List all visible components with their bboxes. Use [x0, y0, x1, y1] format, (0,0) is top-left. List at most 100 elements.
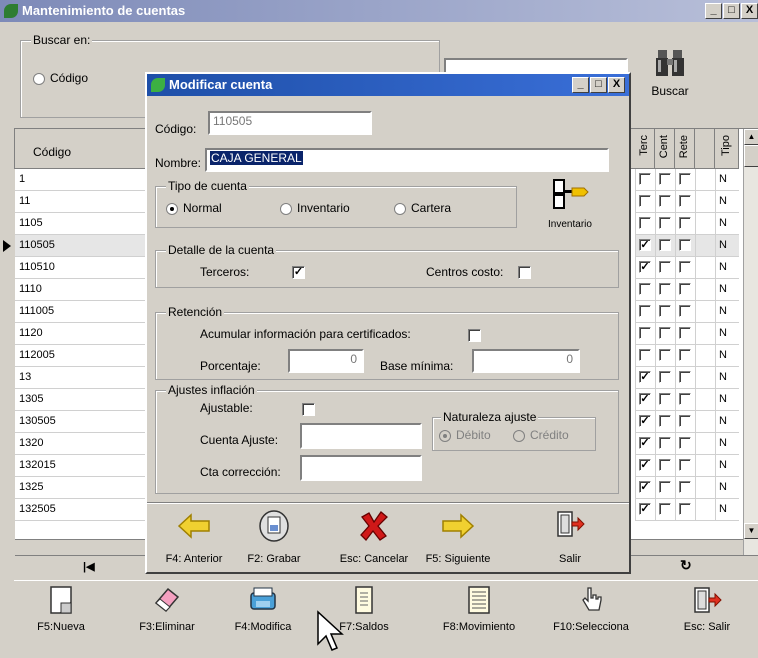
cell-rete[interactable] [675, 169, 695, 191]
rete-checkbox[interactable] [679, 415, 691, 427]
cell-terc[interactable] [635, 301, 655, 323]
cell-tipo[interactable]: N [715, 477, 739, 499]
cell-tipo[interactable]: N [715, 169, 739, 191]
debito-option[interactable]: Débito [439, 428, 491, 442]
cell-terc[interactable] [635, 323, 655, 345]
cell-rete[interactable] [675, 477, 695, 499]
cell-terc[interactable]: ✓ [635, 389, 655, 411]
cent-checkbox[interactable] [659, 239, 671, 251]
rete-checkbox[interactable] [679, 459, 691, 471]
cell-rete[interactable] [675, 191, 695, 213]
close-button[interactable]: X [741, 3, 758, 19]
cell-tipo[interactable]: N [715, 367, 739, 389]
cell-terc[interactable]: ✓ [635, 235, 655, 257]
codigo-field[interactable]: 110505 [208, 111, 372, 135]
table-row[interactable]: 13 [15, 367, 155, 389]
rete-checkbox[interactable] [679, 481, 691, 493]
toolbar-button-5[interactable]: F8:Movimiento [434, 585, 524, 633]
toolbar-button-7[interactable]: Esc: Salir [662, 585, 752, 633]
cell-rete[interactable] [675, 411, 695, 433]
rete-checkbox[interactable] [679, 195, 691, 207]
debito-radio[interactable] [439, 429, 451, 442]
cell-tipo[interactable]: N [715, 455, 739, 477]
cent-checkbox[interactable] [659, 349, 671, 361]
cell-cent[interactable] [655, 213, 675, 235]
rete-checkbox[interactable] [679, 371, 691, 383]
porcentaje-field[interactable]: 0 [288, 349, 364, 373]
cell-cent[interactable] [655, 499, 675, 521]
cell-tipo[interactable]: N [715, 213, 739, 235]
cell-tipo[interactable]: N [715, 235, 739, 257]
terc-checkbox[interactable]: ✓ [639, 503, 651, 515]
table-row[interactable]: 1120 [15, 323, 155, 345]
terc-checkbox[interactable]: ✓ [639, 437, 651, 449]
terc-checkbox[interactable] [639, 349, 651, 361]
table-row[interactable]: 111005 [15, 301, 155, 323]
rete-checkbox[interactable] [679, 283, 691, 295]
cell-cent[interactable] [655, 279, 675, 301]
cell-terc[interactable] [635, 279, 655, 301]
cell-rete[interactable] [675, 323, 695, 345]
cell-cent[interactable] [655, 367, 675, 389]
table-row[interactable]: 1 [15, 169, 155, 191]
dialog-button-3[interactable]: Esc: Cancelar [331, 509, 417, 565]
cell-tipo[interactable]: N [715, 411, 739, 433]
cell-tipo[interactable]: N [715, 323, 739, 345]
credito-radio[interactable] [513, 429, 525, 442]
acumular-checkbox[interactable] [468, 329, 481, 342]
cent-checkbox[interactable] [659, 195, 671, 207]
terc-checkbox[interactable] [639, 327, 651, 339]
cent-checkbox[interactable] [659, 261, 671, 273]
dialog-close-button[interactable]: X [608, 77, 625, 93]
rete-checkbox[interactable] [679, 437, 691, 449]
cell-rete[interactable] [675, 389, 695, 411]
rete-checkbox[interactable] [679, 327, 691, 339]
nombre-field[interactable]: CAJA GENERAL [205, 148, 609, 172]
inventario-button[interactable]: Inventario [535, 178, 605, 240]
table-row[interactable]: 112005 [15, 345, 155, 367]
terc-checkbox[interactable]: ✓ [639, 239, 651, 251]
cent-checkbox[interactable] [659, 481, 671, 493]
cell-tipo[interactable]: N [715, 389, 739, 411]
cent-checkbox[interactable] [659, 459, 671, 471]
grid-header-code[interactable]: Código [15, 129, 155, 169]
table-row[interactable]: 1320 [15, 433, 155, 455]
cell-tipo[interactable]: N [715, 499, 739, 521]
table-row[interactable]: 11 [15, 191, 155, 213]
base-minima-field[interactable]: 0 [472, 349, 580, 373]
cell-rete[interactable] [675, 433, 695, 455]
tipo-cartera-option[interactable]: Cartera [394, 201, 451, 215]
cell-terc[interactable] [635, 213, 655, 235]
tipo-normal-option[interactable]: Normal [166, 201, 222, 215]
rete-checkbox[interactable] [679, 261, 691, 273]
terc-checkbox[interactable]: ✓ [639, 371, 651, 383]
cell-rete[interactable] [675, 301, 695, 323]
cell-cent[interactable] [655, 389, 675, 411]
grid-header-tipo[interactable]: Tipo [715, 129, 739, 169]
toolbar-button-6[interactable]: F10:Selecciona [546, 585, 636, 633]
cell-tipo[interactable]: N [715, 301, 739, 323]
scroll-down-icon[interactable]: ▼ [744, 523, 758, 539]
dialog-maximize-button[interactable]: □ [590, 77, 607, 93]
cta-correccion-field[interactable] [300, 455, 422, 481]
cell-cent[interactable] [655, 323, 675, 345]
scroll-up-icon[interactable]: ▲ [744, 129, 758, 145]
table-row[interactable]: 1105 [15, 213, 155, 235]
table-row[interactable]: 1325 [15, 477, 155, 499]
cell-cent[interactable] [655, 191, 675, 213]
cell-cent[interactable] [655, 169, 675, 191]
search-option-code[interactable]: Código [33, 71, 88, 85]
dialog-minimize-button[interactable]: _ [572, 77, 589, 93]
cell-terc[interactable]: ✓ [635, 433, 655, 455]
minimize-button[interactable]: _ [705, 3, 722, 19]
cent-checkbox[interactable] [659, 305, 671, 317]
table-row[interactable]: 132015 [15, 455, 155, 477]
terc-checkbox[interactable] [639, 173, 651, 185]
cent-checkbox[interactable] [659, 437, 671, 449]
grid-header-rete[interactable]: Rete [675, 129, 695, 169]
table-row[interactable]: 1305 [15, 389, 155, 411]
cell-cent[interactable] [655, 345, 675, 367]
terc-checkbox[interactable] [639, 195, 651, 207]
cell-terc[interactable] [635, 169, 655, 191]
tipo-cartera-radio[interactable] [394, 202, 406, 215]
